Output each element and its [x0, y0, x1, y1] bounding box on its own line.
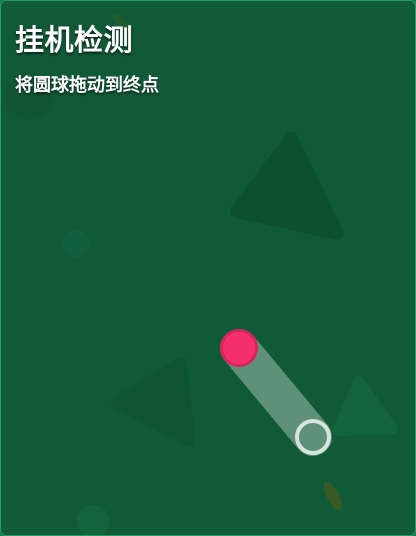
drag-ball[interactable]: [220, 329, 258, 367]
goal-target: [295, 419, 331, 455]
captcha-panel: 挂机检测 将圆球拖动到终点: [0, 0, 416, 536]
drag-track: [220, 329, 332, 456]
